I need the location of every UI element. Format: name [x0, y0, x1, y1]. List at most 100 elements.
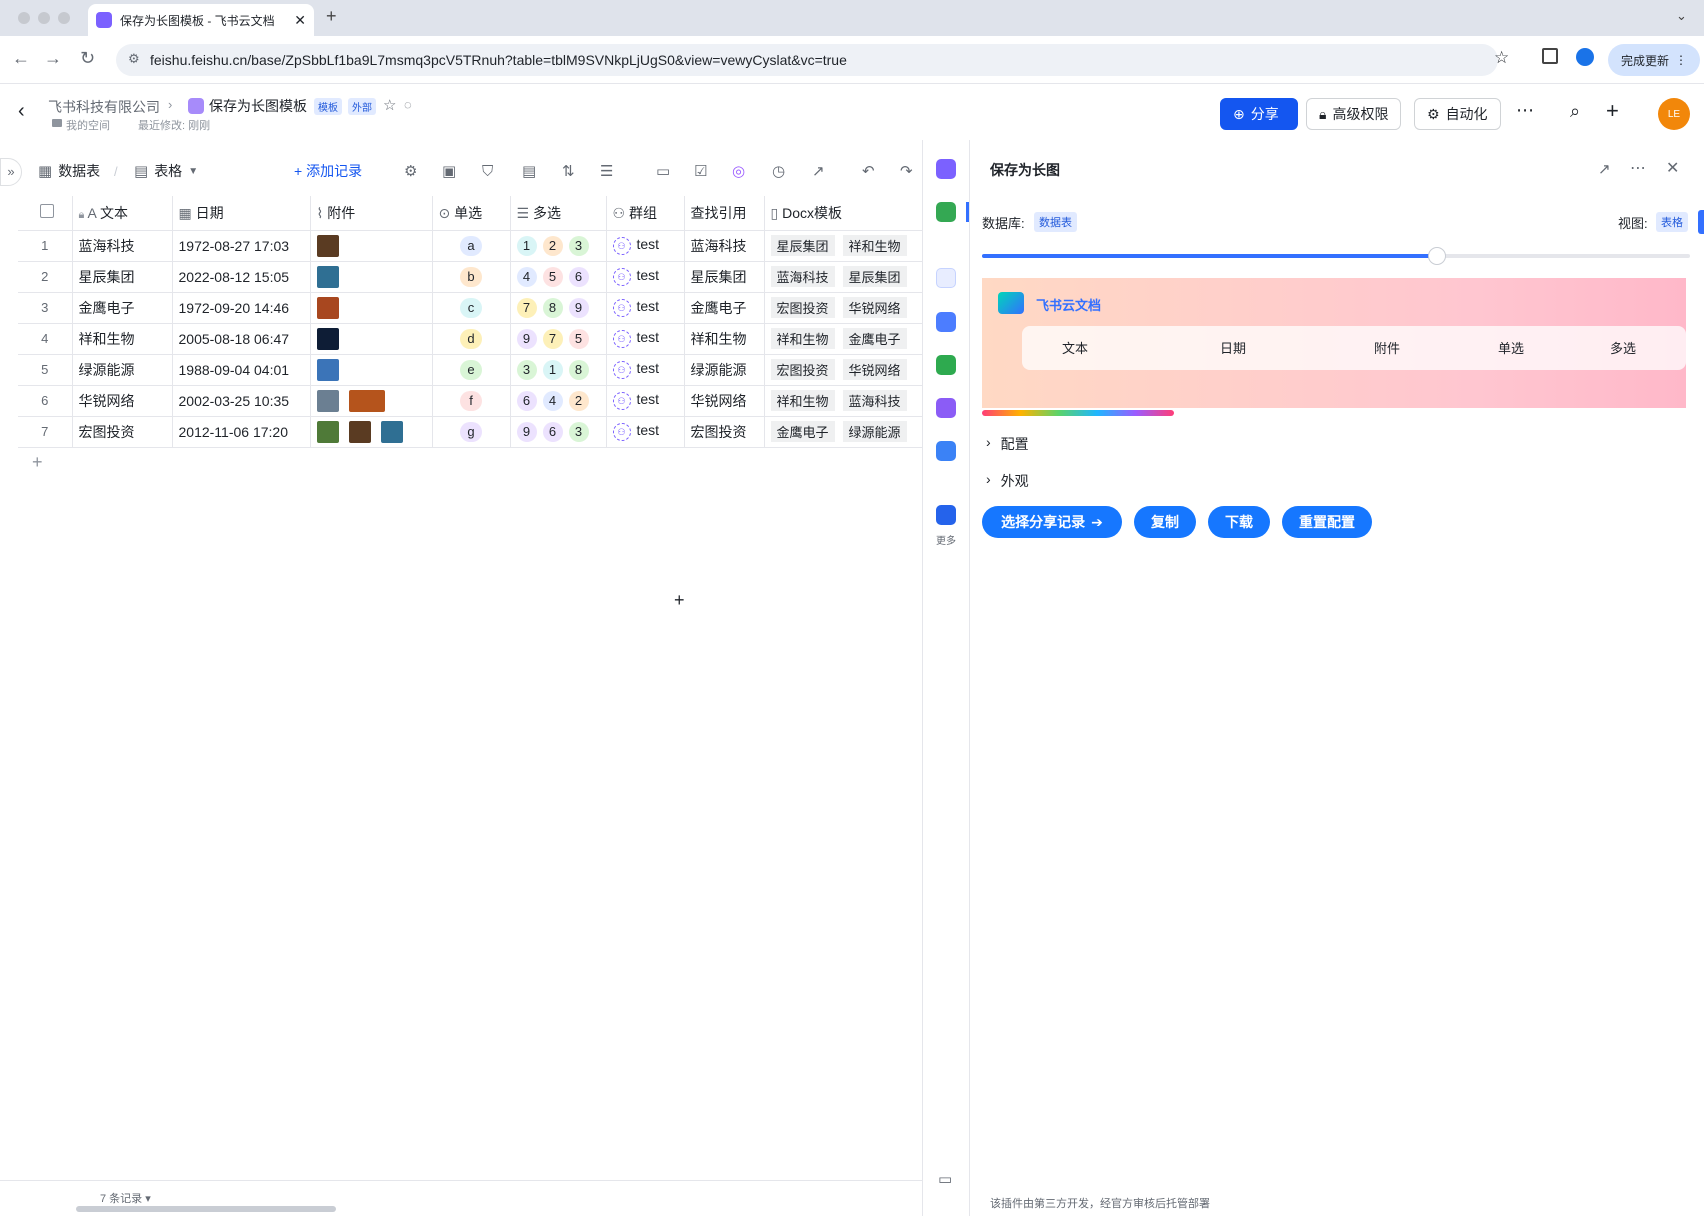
attachment-cell[interactable] [310, 385, 433, 417]
bookmark-star-icon[interactable]: ☆ [1494, 48, 1509, 68]
group-icon[interactable]: ▤ [522, 162, 536, 180]
docx-cell[interactable]: 宏图投资 华锐网络 [764, 354, 923, 386]
text-cell[interactable]: 绿源能源 [72, 354, 173, 386]
attachment-cell[interactable] [310, 292, 433, 324]
date-cell[interactable]: 2012-11-06 17:20 [172, 416, 311, 448]
row-height-icon[interactable]: ☰ [600, 162, 613, 180]
attachment-cell[interactable] [310, 416, 433, 448]
add-row-icon[interactable]: + [32, 452, 43, 473]
multi-select-cell[interactable]: 975 [510, 323, 607, 355]
single-select-cell[interactable]: g [432, 416, 511, 448]
text-cell[interactable]: 金鹰电子 [72, 292, 173, 324]
col-header-multi-select[interactable]: ☰ 多选 [510, 196, 607, 231]
db-select[interactable]: 数据表 [1034, 212, 1077, 232]
plugin-code-icon[interactable] [936, 268, 956, 288]
space-label[interactable]: 我的空间 [66, 117, 110, 133]
date-cell[interactable]: 1972-09-20 14:46 [172, 292, 311, 324]
lookup-cell[interactable]: 蓝海科技 [684, 230, 765, 262]
attachment-thumbnail[interactable] [380, 420, 403, 443]
row-number-cell[interactable]: 5 [18, 354, 73, 386]
date-cell[interactable]: 2005-08-18 06:47 [172, 323, 311, 355]
sort-icon[interactable]: ⇅ [562, 162, 575, 180]
attachment-thumbnail[interactable] [348, 389, 385, 412]
lookup-cell[interactable]: 宏图投资 [684, 416, 765, 448]
docx-cell[interactable]: 星辰集团 祥和生物 [764, 230, 923, 262]
attachment-thumbnail[interactable] [348, 420, 371, 443]
col-header-attachment[interactable]: ⌇ 附件 [310, 196, 433, 231]
group-cell[interactable]: ⚇ test [606, 323, 685, 355]
redo-icon[interactable]: ↷ [900, 162, 913, 180]
multi-select-cell[interactable]: 318 [510, 354, 607, 386]
col-header-single-select[interactable]: ⊙ 单选 [432, 196, 511, 231]
text-cell[interactable]: 宏图投资 [72, 416, 173, 448]
group-cell[interactable]: ⚇ test [606, 385, 685, 417]
select-all-checkbox[interactable] [40, 204, 54, 219]
more-plugins-label[interactable]: 更多 [936, 532, 956, 547]
col-header-text[interactable]: 🔒︎ A 文本 [72, 196, 173, 231]
attachment-cell[interactable] [310, 323, 433, 355]
multi-select-cell[interactable]: 789 [510, 292, 607, 324]
docx-cell[interactable]: 金鹰电子 绿源能源 [764, 416, 923, 448]
table-row[interactable]: 1 蓝海科技 1972-08-27 17:03 a 1 2 3 ⚇ test 蓝海科技 星辰集团 祥和… [18, 230, 923, 262]
row-number-cell[interactable]: 4 [18, 323, 73, 355]
multi-select-cell[interactable]: 963 [510, 416, 607, 448]
update-button[interactable]: 完成更新 ⋮ [1608, 44, 1700, 76]
advanced-permission-button[interactable]: 🔒︎ 高级权限 [1306, 98, 1402, 130]
share-view-icon[interactable]: ↗ [812, 162, 825, 180]
table-row[interactable]: 6 华锐网络 2002-03-25 10:35 f 6 4 2 ⚇ test 华锐网络 祥和生物 蓝海… [18, 385, 923, 417]
ai-ring-icon[interactable]: ◎ [732, 162, 745, 180]
plugin-image-icon[interactable] [936, 202, 956, 222]
automation-button[interactable]: ⚙ 自动化 [1414, 98, 1501, 130]
plugin-chat-icon[interactable] [936, 159, 956, 179]
attachment-thumbnail[interactable] [316, 389, 339, 412]
attachment-cell[interactable] [310, 230, 433, 262]
window-minimize-dot[interactable] [38, 12, 50, 24]
docx-cell[interactable]: 宏图投资 华锐网络 [764, 292, 923, 324]
docx-cell[interactable]: 蓝海科技 星辰集团 [764, 261, 923, 293]
attachment-thumbnail[interactable] [316, 358, 339, 381]
panel-close-icon[interactable]: ✕ [1666, 158, 1679, 178]
attachment-thumbnail[interactable] [316, 296, 339, 319]
task-icon[interactable]: ☑ [694, 162, 707, 180]
date-cell[interactable]: 1988-09-04 04:01 [172, 354, 311, 386]
new-tab-icon[interactable]: + [326, 6, 337, 27]
forward-arrow-icon[interactable]: → [44, 48, 62, 69]
col-header-lookup[interactable]: 查找引用 [684, 196, 765, 231]
text-cell[interactable]: 祥和生物 [72, 323, 173, 355]
browser-tab[interactable]: 保存为长图模板 - 飞书云文档 ✕ [88, 4, 314, 36]
group-cell[interactable]: ⚇ test [606, 261, 685, 293]
attachment-thumbnail[interactable] [316, 234, 339, 257]
lookup-cell[interactable]: 金鹰电子 [684, 292, 765, 324]
plugin-map-icon[interactable] [936, 355, 956, 375]
window-zoom-dot[interactable] [58, 12, 70, 24]
search-icon[interactable]: ⌕ [1570, 101, 1580, 122]
attachment-cell[interactable] [310, 354, 433, 386]
multi-select-cell[interactable]: 456 [510, 261, 607, 293]
profile-icon[interactable] [1576, 48, 1594, 66]
docx-cell[interactable]: 祥和生物 金鹰电子 [764, 323, 923, 355]
record-count[interactable]: 7 条记录 ▾ [100, 1190, 151, 1206]
attachment-cell[interactable] [310, 261, 433, 293]
url-field[interactable]: ⚙ feishu.feishu.cn/base/ZpSbbLf1ba9L7msm… [116, 44, 1498, 76]
table-row[interactable]: 2 星辰集团 2022-08-12 15:05 b 4 5 6 ⚇ test 星辰集团 蓝海科技 星辰… [18, 261, 923, 293]
back-arrow-icon[interactable]: ← [12, 48, 30, 69]
undo-icon[interactable]: ↶ [862, 162, 875, 180]
text-cell[interactable]: 华锐网络 [72, 385, 173, 417]
single-select-cell[interactable]: c [432, 292, 511, 324]
back-chevron-icon[interactable]: ‹ [18, 100, 25, 123]
reset-config-button[interactable]: 重置配置 [1282, 506, 1372, 538]
select-records-button[interactable]: 选择分享记录 ➔ [982, 506, 1122, 538]
form-icon[interactable]: ▭ [656, 162, 670, 180]
view-selector[interactable]: ▤ 表格 ▼ [134, 161, 198, 181]
share-button[interactable]: ⊕ 分享 [1220, 98, 1298, 130]
date-cell[interactable]: 1972-08-27 17:03 [172, 230, 311, 262]
plugin-more-icon[interactable] [936, 505, 956, 525]
panel-more-icon[interactable]: ⋯ [1630, 158, 1646, 178]
lookup-cell[interactable]: 祥和生物 [684, 323, 765, 355]
favorite-star-icon[interactable]: ☆ [383, 96, 396, 114]
lookup-cell[interactable]: 华锐网络 [684, 385, 765, 417]
row-number-cell[interactable]: 6 [18, 385, 73, 417]
add-icon[interactable]: + [1606, 98, 1619, 124]
doc-title[interactable]: 保存为长图模板 [209, 96, 307, 116]
group-cell[interactable]: ⚇ test [606, 230, 685, 262]
